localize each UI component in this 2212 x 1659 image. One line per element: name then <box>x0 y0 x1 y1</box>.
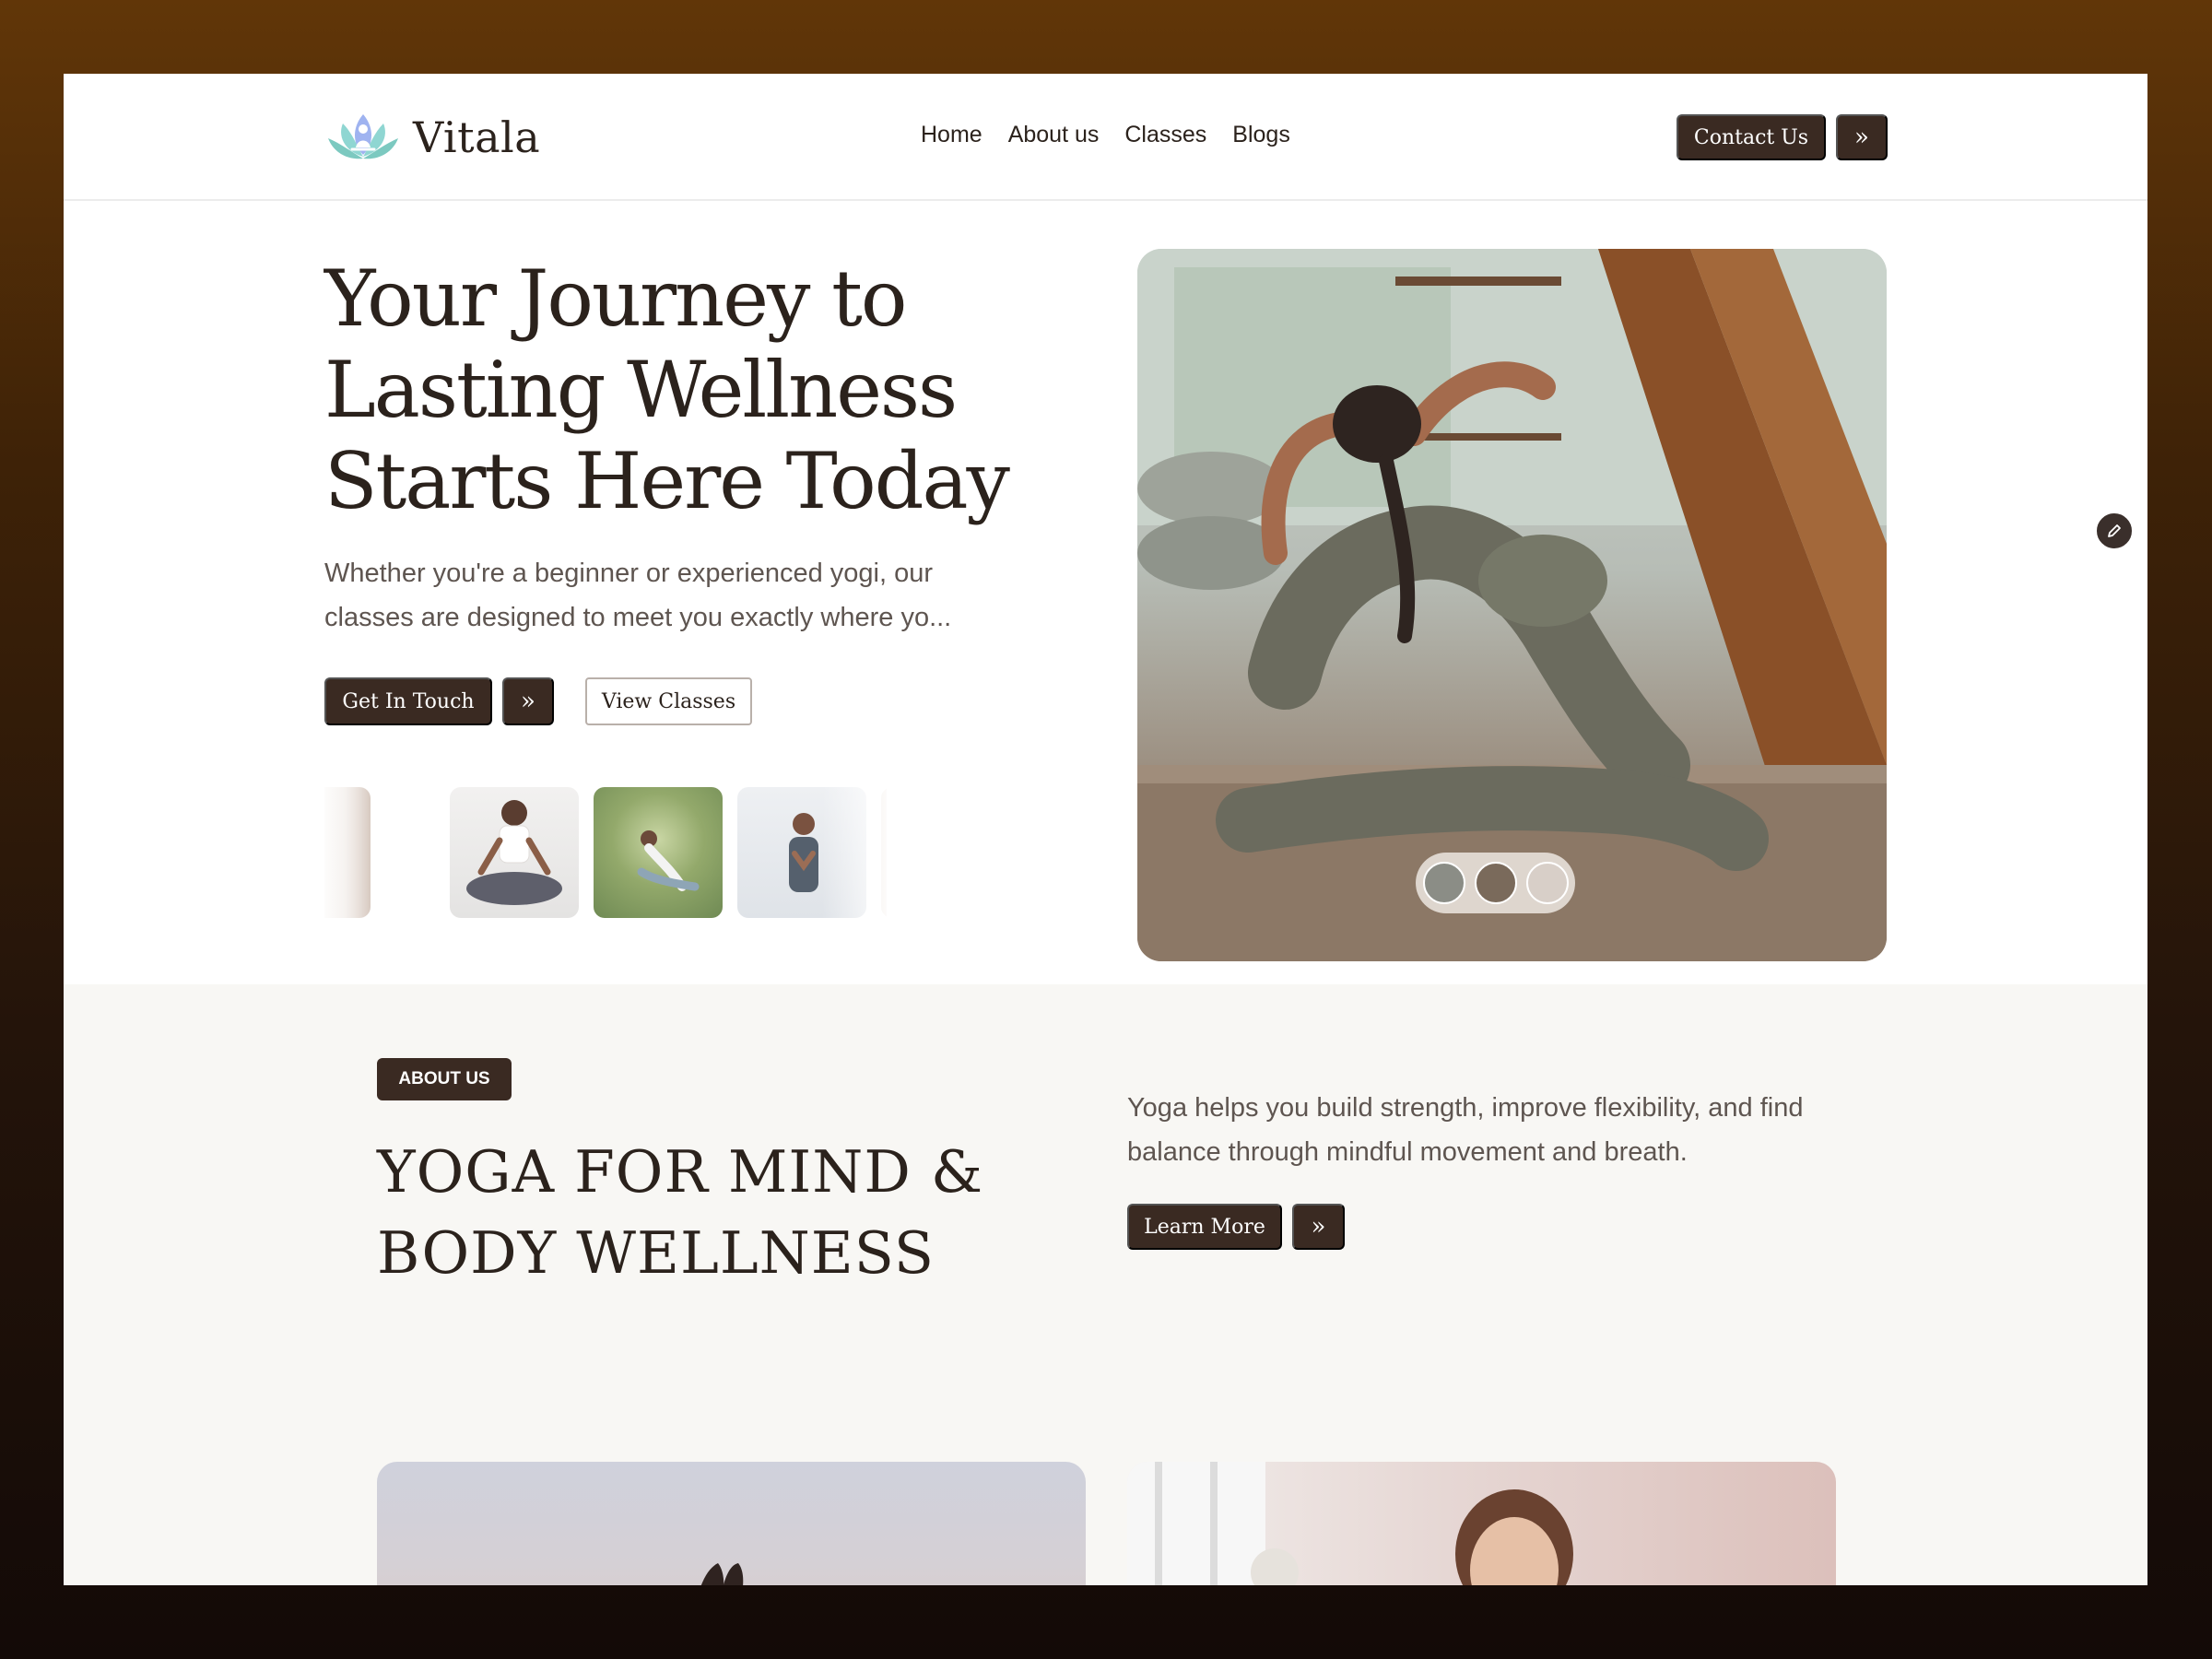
raised-hands-image <box>700 1563 744 1585</box>
hero-subtitle: Whether you're a beginner or experienced… <box>324 559 952 632</box>
nav-blogs[interactable]: Blogs <box>1232 122 1290 148</box>
brand-logo[interactable]: Vitala <box>324 107 540 168</box>
pagination-avatar-3[interactable] <box>1525 862 1569 904</box>
contact-arrow-button[interactable]: » <box>1836 114 1888 160</box>
about-title: YOGA FOR MIND & BODY WELLNESS <box>377 1138 984 1287</box>
about-image-card-right <box>1127 1462 1836 1585</box>
hero-photo-pagination <box>1416 853 1575 913</box>
about-section: ABOUT US YOGA FOR MIND & BODY WELLNESS Y… <box>64 984 2147 1585</box>
hero-title: Your Journey to Lasting Wellness Starts … <box>324 253 1010 526</box>
pencil-icon <box>2108 524 2121 537</box>
carousel-fade-right <box>822 787 887 918</box>
get-in-touch-arrow-button[interactable]: » <box>502 677 554 725</box>
nav-about-us[interactable]: About us <box>1008 122 1100 148</box>
lotus-logo-icon <box>328 114 398 159</box>
carousel-fade-left <box>324 787 389 918</box>
about-badge: ABOUT US <box>377 1058 512 1100</box>
nav-classes[interactable]: Classes <box>1124 122 1206 148</box>
meditation-figure-icon <box>466 800 562 905</box>
pagination-avatar-1[interactable] <box>1422 862 1465 904</box>
brand-name: Vitala <box>413 112 541 162</box>
about-description: Yoga helps you build strength, improve f… <box>1127 1093 1804 1167</box>
class-thumbnail-carousel <box>324 787 887 918</box>
smiling-woman-image <box>1127 1462 1573 1585</box>
nav-home[interactable]: Home <box>921 122 982 148</box>
view-classes-button[interactable]: View Classes <box>585 677 752 725</box>
thumbnail-meditation[interactable] <box>450 787 579 918</box>
contact-us-button[interactable]: Contact Us <box>1677 114 1826 160</box>
site-header: Vitala Home About us Classes Blogs Conta… <box>64 74 2147 201</box>
get-in-touch-button[interactable]: Get In Touch <box>324 677 492 725</box>
about-image-card-left <box>377 1462 1086 1585</box>
edit-floating-button[interactable] <box>2094 511 2135 551</box>
thumbnail-outdoor-pose[interactable] <box>594 787 723 918</box>
learn-more-arrow-button[interactable]: » <box>1292 1204 1345 1250</box>
outdoor-pose-figure-icon <box>637 830 700 891</box>
pagination-avatar-2[interactable] <box>1474 862 1517 904</box>
main-nav: Home About us Classes Blogs <box>921 122 1290 148</box>
learn-more-button[interactable]: Learn More <box>1127 1204 1282 1250</box>
website-frame: Vitala Home About us Classes Blogs Conta… <box>64 74 2147 1585</box>
